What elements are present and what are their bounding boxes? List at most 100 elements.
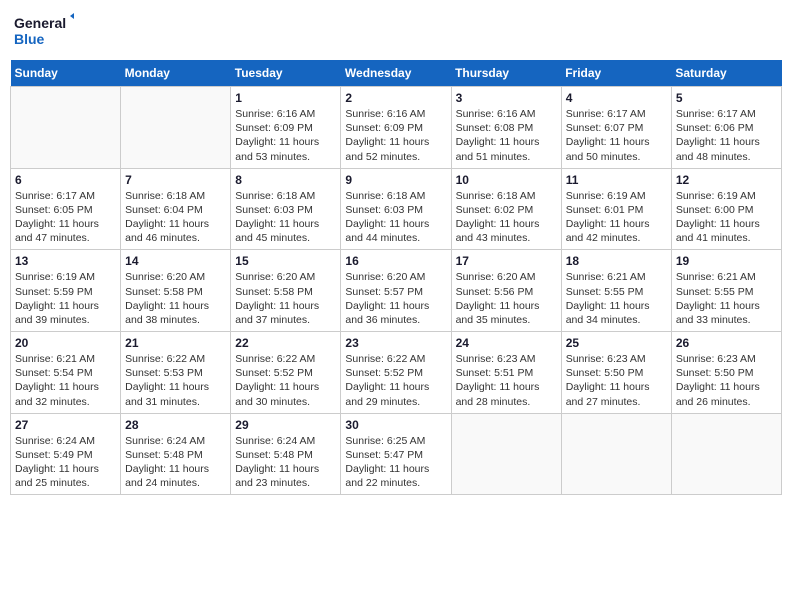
day-number: 26: [676, 336, 777, 350]
day-number: 18: [566, 254, 667, 268]
day-number: 25: [566, 336, 667, 350]
day-cell: 21Sunrise: 6:22 AM Sunset: 5:53 PM Dayli…: [121, 332, 231, 414]
day-number: 20: [15, 336, 116, 350]
svg-text:Blue: Blue: [14, 31, 45, 47]
day-info: Sunrise: 6:24 AM Sunset: 5:48 PM Dayligh…: [235, 434, 336, 491]
day-number: 12: [676, 173, 777, 187]
day-number: 8: [235, 173, 336, 187]
day-number: 15: [235, 254, 336, 268]
day-number: 23: [345, 336, 446, 350]
day-info: Sunrise: 6:20 AM Sunset: 5:58 PM Dayligh…: [235, 270, 336, 327]
week-row-5: 27Sunrise: 6:24 AM Sunset: 5:49 PM Dayli…: [11, 413, 782, 495]
day-info: Sunrise: 6:18 AM Sunset: 6:04 PM Dayligh…: [125, 189, 226, 246]
week-row-1: 1 Sunrise: 6:16 AM Sunset: 6:09 PM Daylig…: [11, 87, 782, 169]
day-cell: 26 Sunrise: 6:23 AM Sunset: 5:50 PM Dayli…: [671, 332, 781, 414]
day-info: Sunrise: 6:22 AM Sunset: 5:52 PM Dayligh…: [345, 352, 446, 409]
day-number: 10: [456, 173, 557, 187]
day-cell: 20Sunrise: 6:21 AM Sunset: 5:54 PM Dayli…: [11, 332, 121, 414]
day-info: Sunrise: 6:19 AM Sunset: 5:59 PM Dayligh…: [15, 270, 116, 327]
day-cell: 4 Sunrise: 6:17 AM Sunset: 6:07 PM Daylig…: [561, 87, 671, 169]
day-info: Sunrise: 6:25 AM Sunset: 5:47 PM Dayligh…: [345, 434, 446, 491]
col-header-monday: Monday: [121, 60, 231, 87]
day-cell: 30Sunrise: 6:25 AM Sunset: 5:47 PM Dayli…: [341, 413, 451, 495]
day-number: 14: [125, 254, 226, 268]
day-info: Sunrise: 6:17 AM Sunset: 6:06 PM Dayligh…: [676, 107, 777, 164]
day-cell: 5 Sunrise: 6:17 AM Sunset: 6:06 PM Daylig…: [671, 87, 781, 169]
day-info: Sunrise: 6:17 AM Sunset: 6:07 PM Dayligh…: [566, 107, 667, 164]
day-number: 28: [125, 418, 226, 432]
day-cell: [11, 87, 121, 169]
day-cell: 24 Sunrise: 6:23 AM Sunset: 5:51 PM Dayli…: [451, 332, 561, 414]
calendar-header-row: SundayMondayTuesdayWednesdayThursdayFrid…: [11, 60, 782, 87]
day-cell: 28 Sunrise: 6:24 AM Sunset: 5:48 PM Dayli…: [121, 413, 231, 495]
day-cell: 15 Sunrise: 6:20 AM Sunset: 5:58 PM Dayli…: [231, 250, 341, 332]
day-cell: 25 Sunrise: 6:23 AM Sunset: 5:50 PM Dayli…: [561, 332, 671, 414]
day-cell: [561, 413, 671, 495]
day-cell: 19 Sunrise: 6:21 AM Sunset: 5:55 PM Dayli…: [671, 250, 781, 332]
day-info: Sunrise: 6:21 AM Sunset: 5:55 PM Dayligh…: [566, 270, 667, 327]
day-cell: 23 Sunrise: 6:22 AM Sunset: 5:52 PM Dayli…: [341, 332, 451, 414]
day-info: Sunrise: 6:19 AM Sunset: 6:01 PM Dayligh…: [566, 189, 667, 246]
day-info: Sunrise: 6:22 AM Sunset: 5:52 PM Dayligh…: [235, 352, 336, 409]
day-cell: 16 Sunrise: 6:20 AM Sunset: 5:57 PM Dayli…: [341, 250, 451, 332]
day-cell: 8 Sunrise: 6:18 AM Sunset: 6:03 PM Daylig…: [231, 168, 341, 250]
col-header-saturday: Saturday: [671, 60, 781, 87]
day-info: Sunrise: 6:23 AM Sunset: 5:51 PM Dayligh…: [456, 352, 557, 409]
day-cell: 2 Sunrise: 6:16 AM Sunset: 6:09 PM Daylig…: [341, 87, 451, 169]
day-number: 21: [125, 336, 226, 350]
day-info: Sunrise: 6:16 AM Sunset: 6:08 PM Dayligh…: [456, 107, 557, 164]
day-number: 19: [676, 254, 777, 268]
day-info: Sunrise: 6:21 AM Sunset: 5:55 PM Dayligh…: [676, 270, 777, 327]
day-cell: [121, 87, 231, 169]
svg-text:General: General: [14, 15, 66, 31]
day-info: Sunrise: 6:17 AM Sunset: 6:05 PM Dayligh…: [15, 189, 116, 246]
day-info: Sunrise: 6:20 AM Sunset: 5:57 PM Dayligh…: [345, 270, 446, 327]
col-header-thursday: Thursday: [451, 60, 561, 87]
day-info: Sunrise: 6:24 AM Sunset: 5:49 PM Dayligh…: [15, 434, 116, 491]
day-cell: 11 Sunrise: 6:19 AM Sunset: 6:01 PM Dayli…: [561, 168, 671, 250]
day-info: Sunrise: 6:18 AM Sunset: 6:03 PM Dayligh…: [235, 189, 336, 246]
week-row-4: 20Sunrise: 6:21 AM Sunset: 5:54 PM Dayli…: [11, 332, 782, 414]
week-row-2: 6Sunrise: 6:17 AM Sunset: 6:05 PM Daylig…: [11, 168, 782, 250]
day-cell: 10Sunrise: 6:18 AM Sunset: 6:02 PM Dayli…: [451, 168, 561, 250]
day-cell: 29 Sunrise: 6:24 AM Sunset: 5:48 PM Dayli…: [231, 413, 341, 495]
day-info: Sunrise: 6:16 AM Sunset: 6:09 PM Dayligh…: [345, 107, 446, 164]
logo: General Blue: [14, 10, 74, 52]
day-number: 24: [456, 336, 557, 350]
logo-svg: General Blue: [14, 10, 74, 52]
day-number: 17: [456, 254, 557, 268]
day-info: Sunrise: 6:18 AM Sunset: 6:03 PM Dayligh…: [345, 189, 446, 246]
day-cell: 12 Sunrise: 6:19 AM Sunset: 6:00 PM Dayli…: [671, 168, 781, 250]
day-cell: 14 Sunrise: 6:20 AM Sunset: 5:58 PM Dayli…: [121, 250, 231, 332]
day-cell: 1Sunrise: 6:16 AM Sunset: 6:09 PM Daylig…: [231, 87, 341, 169]
page-header: General Blue: [10, 10, 782, 52]
day-number: 11: [566, 173, 667, 187]
day-info: Sunrise: 6:23 AM Sunset: 5:50 PM Dayligh…: [566, 352, 667, 409]
day-number: 7: [125, 173, 226, 187]
day-info: Sunrise: 6:24 AM Sunset: 5:48 PM Dayligh…: [125, 434, 226, 491]
day-info: Sunrise: 6:20 AM Sunset: 5:58 PM Dayligh…: [125, 270, 226, 327]
day-cell: 7 Sunrise: 6:18 AM Sunset: 6:04 PM Daylig…: [121, 168, 231, 250]
col-header-sunday: Sunday: [11, 60, 121, 87]
col-header-wednesday: Wednesday: [341, 60, 451, 87]
day-number: 4: [566, 91, 667, 105]
day-cell: 9Sunrise: 6:18 AM Sunset: 6:03 PM Daylig…: [341, 168, 451, 250]
day-cell: [451, 413, 561, 495]
day-cell: 17 Sunrise: 6:20 AM Sunset: 5:56 PM Dayli…: [451, 250, 561, 332]
day-number: 16: [345, 254, 446, 268]
day-cell: 13 Sunrise: 6:19 AM Sunset: 5:59 PM Dayli…: [11, 250, 121, 332]
col-header-tuesday: Tuesday: [231, 60, 341, 87]
day-info: Sunrise: 6:19 AM Sunset: 6:00 PM Dayligh…: [676, 189, 777, 246]
day-number: 29: [235, 418, 336, 432]
day-info: Sunrise: 6:23 AM Sunset: 5:50 PM Dayligh…: [676, 352, 777, 409]
day-cell: 18 Sunrise: 6:21 AM Sunset: 5:55 PM Dayli…: [561, 250, 671, 332]
day-cell: 3Sunrise: 6:16 AM Sunset: 6:08 PM Daylig…: [451, 87, 561, 169]
day-cell: [671, 413, 781, 495]
day-number: 5: [676, 91, 777, 105]
day-info: Sunrise: 6:20 AM Sunset: 5:56 PM Dayligh…: [456, 270, 557, 327]
day-number: 1: [235, 91, 336, 105]
day-number: 13: [15, 254, 116, 268]
day-cell: 22Sunrise: 6:22 AM Sunset: 5:52 PM Dayli…: [231, 332, 341, 414]
day-cell: 6Sunrise: 6:17 AM Sunset: 6:05 PM Daylig…: [11, 168, 121, 250]
day-number: 2: [345, 91, 446, 105]
